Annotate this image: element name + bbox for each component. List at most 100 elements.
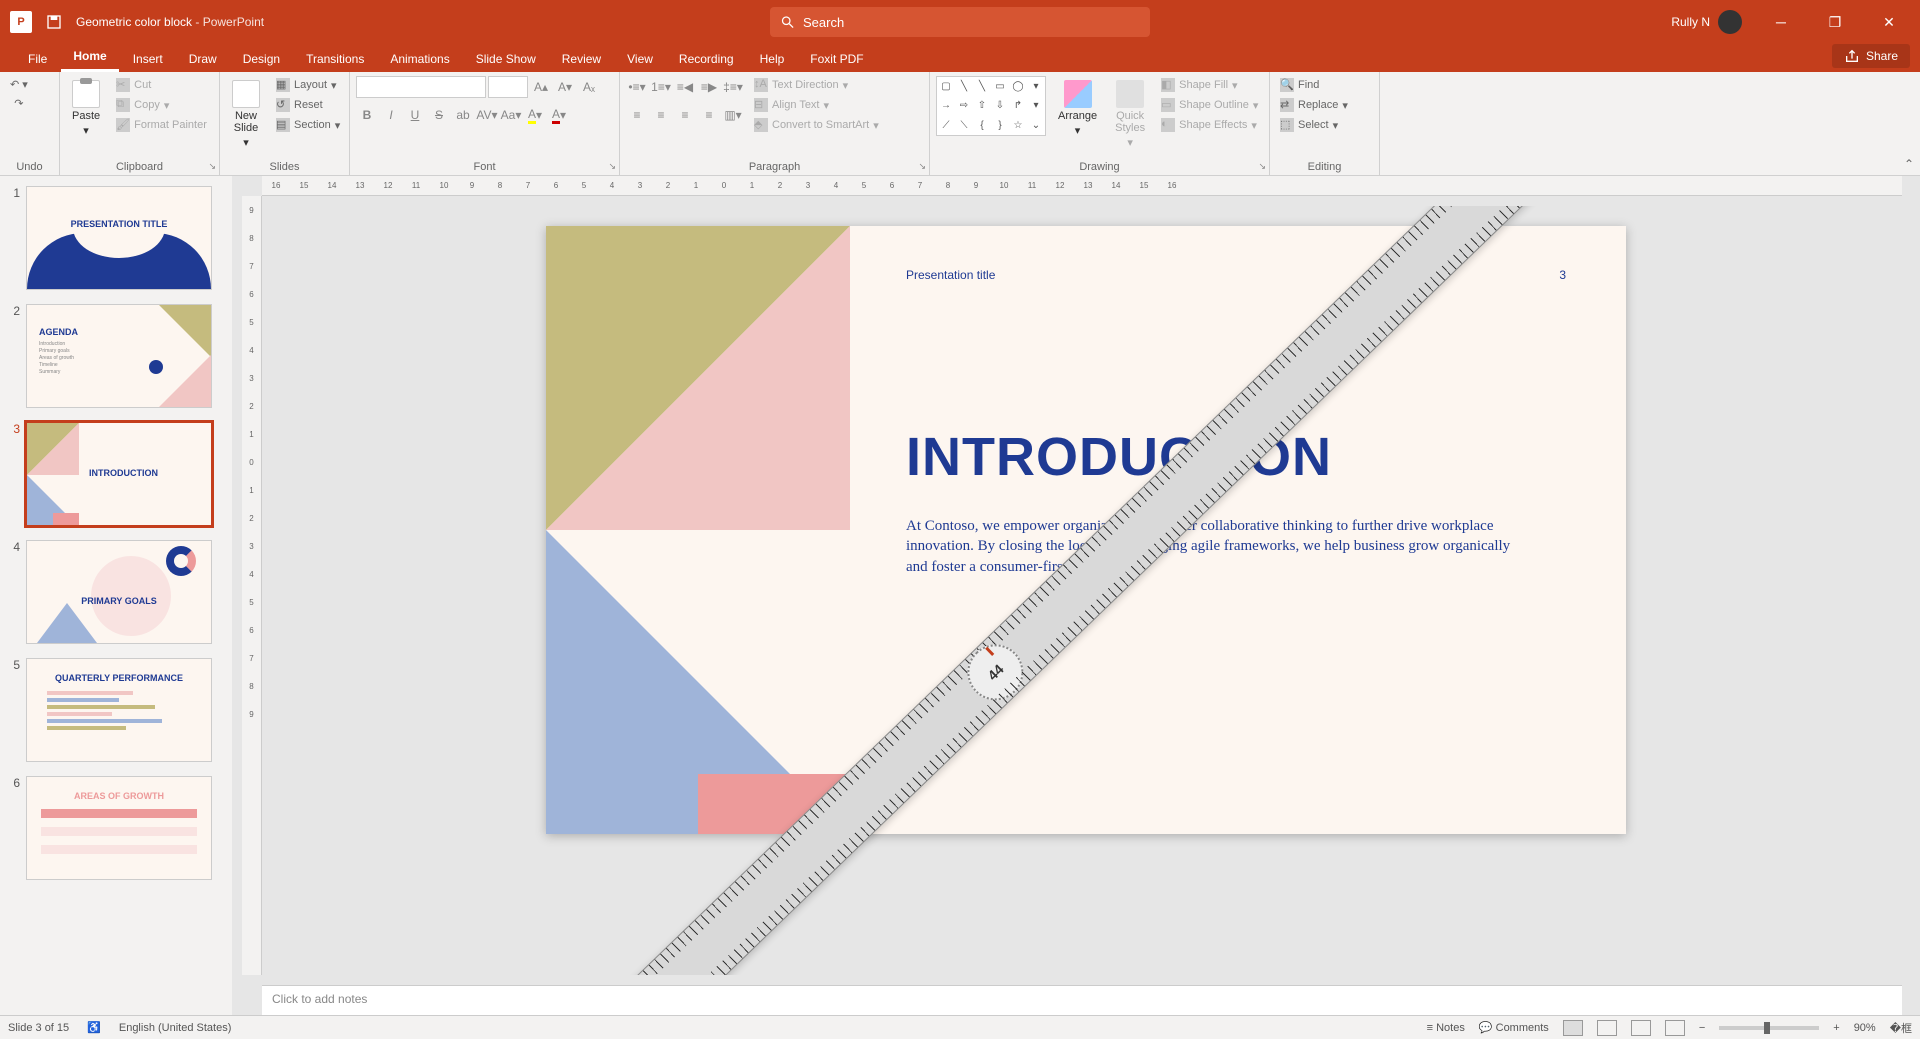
copy-button[interactable]: ⧉Copy ▾ <box>112 96 211 114</box>
columns-button[interactable]: ▥▾ <box>722 104 744 126</box>
font-color-button[interactable]: A▾ <box>548 104 570 126</box>
tab-view[interactable]: View <box>615 46 665 72</box>
zoom-out-button[interactable]: − <box>1699 1022 1705 1034</box>
shapes-gallery[interactable]: ▢╲╲▭◯▾ →⇨⇧⇩↱▾ ⟋⟍{}☆⌄ <box>936 76 1046 136</box>
notes-toggle[interactable]: ≡ Notes <box>1427 1022 1465 1034</box>
shape-arrow4-icon[interactable]: ⇩ <box>991 96 1009 115</box>
replace-button[interactable]: ⇄Replace ▾ <box>1276 96 1352 114</box>
section-button[interactable]: ▤Section ▾ <box>272 116 344 134</box>
change-case-button[interactable]: Aa▾ <box>500 104 522 126</box>
shape-line-icon[interactable]: ╲ <box>955 77 973 96</box>
save-icon[interactable] <box>46 14 62 30</box>
thumbnail-6[interactable]: 6 AREAS OF GROWTH <box>8 776 224 880</box>
tab-help[interactable]: Help <box>748 46 797 72</box>
character-spacing-button[interactable]: AV▾ <box>476 104 498 126</box>
thumbnail-5[interactable]: 5 QUARTERLY PERFORMANCE <box>8 658 224 762</box>
zoom-in-button[interactable]: + <box>1833 1022 1839 1034</box>
shape-rect-icon[interactable]: ▭ <box>991 77 1009 96</box>
fit-to-window-button[interactable]: �框 <box>1890 1020 1912 1036</box>
shape-outline-button[interactable]: ▭Shape Outline ▾ <box>1157 96 1262 114</box>
align-center-button[interactable]: ≡ <box>650 104 672 126</box>
shape-arrow3-icon[interactable]: ⇧ <box>973 96 991 115</box>
collapse-ribbon-button[interactable]: ⌃ <box>1904 157 1914 171</box>
text-direction-button[interactable]: ↕AText Direction ▾ <box>750 76 883 94</box>
highlight-button[interactable]: A▾ <box>524 104 546 126</box>
language-status[interactable]: English (United States) <box>119 1022 232 1034</box>
tab-home[interactable]: Home <box>61 43 118 72</box>
slide[interactable]: Presentation title 3 INTRODUCTION At Con… <box>546 226 1626 834</box>
font-size-combo[interactable] <box>488 76 528 98</box>
arrange-button[interactable]: Arrange▾ <box>1052 76 1103 141</box>
tab-transitions[interactable]: Transitions <box>294 46 376 72</box>
numbering-button[interactable]: 1≡▾ <box>650 76 672 98</box>
undo-button[interactable]: ↶ ▾ <box>6 76 32 93</box>
shadow-button[interactable]: ab <box>452 104 474 126</box>
horizontal-ruler[interactable]: 1615141312111098765432101234567891011121… <box>262 176 1902 196</box>
quick-styles-button[interactable]: Quick Styles▾ <box>1109 76 1151 153</box>
accessibility-icon[interactable]: ♿ <box>87 1021 101 1034</box>
close-button[interactable]: ✕ <box>1866 0 1912 44</box>
redo-button[interactable]: ↷ <box>10 95 27 112</box>
shape-connector-icon[interactable]: ↱ <box>1009 96 1027 115</box>
shape-curve2-icon[interactable]: ⟍ <box>955 116 973 135</box>
clear-formatting-button[interactable]: Aₓ <box>578 76 600 98</box>
decrease-font-button[interactable]: A▾ <box>554 76 576 98</box>
slideshow-view-button[interactable] <box>1665 1020 1685 1036</box>
tab-draw[interactable]: Draw <box>177 46 229 72</box>
bold-button[interactable]: B <box>356 104 378 126</box>
zoom-slider[interactable] <box>1719 1026 1819 1030</box>
tab-slide-show[interactable]: Slide Show <box>464 46 548 72</box>
thumbnail-1[interactable]: 1 PRESENTATION TITLE <box>8 186 224 290</box>
notes-pane[interactable]: Click to add notes <box>262 985 1902 1015</box>
shape-brace-r-icon[interactable]: } <box>991 116 1009 135</box>
cut-button[interactable]: ✂Cut <box>112 76 211 94</box>
align-right-button[interactable]: ≡ <box>674 104 696 126</box>
find-button[interactable]: 🔍Find <box>1276 76 1352 94</box>
reading-view-button[interactable] <box>1631 1020 1651 1036</box>
drawing-dialog-launcher[interactable]: ↘ <box>1258 161 1266 172</box>
shape-arrow2-icon[interactable]: ⇨ <box>955 96 973 115</box>
format-painter-button[interactable]: 🖌Format Painter <box>112 116 211 134</box>
paragraph-dialog-launcher[interactable]: ↘ <box>918 161 926 172</box>
shape-oval-icon[interactable]: ◯ <box>1009 77 1027 96</box>
account-button[interactable]: Rully N <box>1663 6 1750 38</box>
vertical-ruler[interactable]: 9876543210123456789 <box>242 196 262 975</box>
shape-brace-l-icon[interactable]: { <box>973 116 991 135</box>
thumbnail-4[interactable]: 4 PRIMARY GOALS <box>8 540 224 644</box>
shape-more-row1[interactable]: ▾ <box>1027 77 1045 96</box>
comments-toggle[interactable]: 💬 Comments <box>1479 1021 1549 1034</box>
shape-line2-icon[interactable]: ╲ <box>973 77 991 96</box>
tab-insert[interactable]: Insert <box>121 46 175 72</box>
tab-animations[interactable]: Animations <box>378 46 461 72</box>
justify-button[interactable]: ≡ <box>698 104 720 126</box>
search-box[interactable] <box>770 7 1150 37</box>
layout-button[interactable]: ▦Layout ▾ <box>272 76 344 94</box>
zoom-slider-handle[interactable] <box>1764 1022 1770 1034</box>
decrease-indent-button[interactable]: ≡◀ <box>674 76 696 98</box>
search-input[interactable] <box>803 15 1140 30</box>
font-dialog-launcher[interactable]: ↘ <box>608 161 616 172</box>
reset-button[interactable]: ↺Reset <box>272 96 344 114</box>
zoom-level[interactable]: 90% <box>1854 1022 1876 1034</box>
normal-view-button[interactable] <box>1563 1020 1583 1036</box>
shape-more-button[interactable]: ⌄ <box>1027 116 1045 135</box>
increase-font-button[interactable]: A▴ <box>530 76 552 98</box>
new-slide-button[interactable]: New Slide▾ <box>226 76 266 153</box>
paste-button[interactable]: Paste▾ <box>66 76 106 141</box>
shape-textbox-icon[interactable]: ▢ <box>937 77 955 96</box>
strikethrough-button[interactable]: S <box>428 104 450 126</box>
thumbnail-3[interactable]: 3 INTRODUCTION <box>8 422 224 526</box>
clipboard-dialog-launcher[interactable]: ↘ <box>208 161 216 172</box>
bullets-button[interactable]: •≡▾ <box>626 76 648 98</box>
tab-design[interactable]: Design <box>231 46 292 72</box>
shape-curve-icon[interactable]: ⟋ <box>937 116 955 135</box>
increase-indent-button[interactable]: ≡▶ <box>698 76 720 98</box>
tab-foxit-pdf[interactable]: Foxit PDF <box>798 46 875 72</box>
shape-fill-button[interactable]: ◧Shape Fill ▾ <box>1157 76 1262 94</box>
font-family-combo[interactable] <box>356 76 486 98</box>
italic-button[interactable]: I <box>380 104 402 126</box>
shape-effects-button[interactable]: ◐Shape Effects ▾ <box>1157 116 1262 134</box>
thumbnail-2[interactable]: 2 AGENDA IntroductionPrimary goalsAreas … <box>8 304 224 408</box>
restore-button[interactable]: ❐ <box>1812 0 1858 44</box>
align-text-button[interactable]: ⊟Align Text ▾ <box>750 96 883 114</box>
